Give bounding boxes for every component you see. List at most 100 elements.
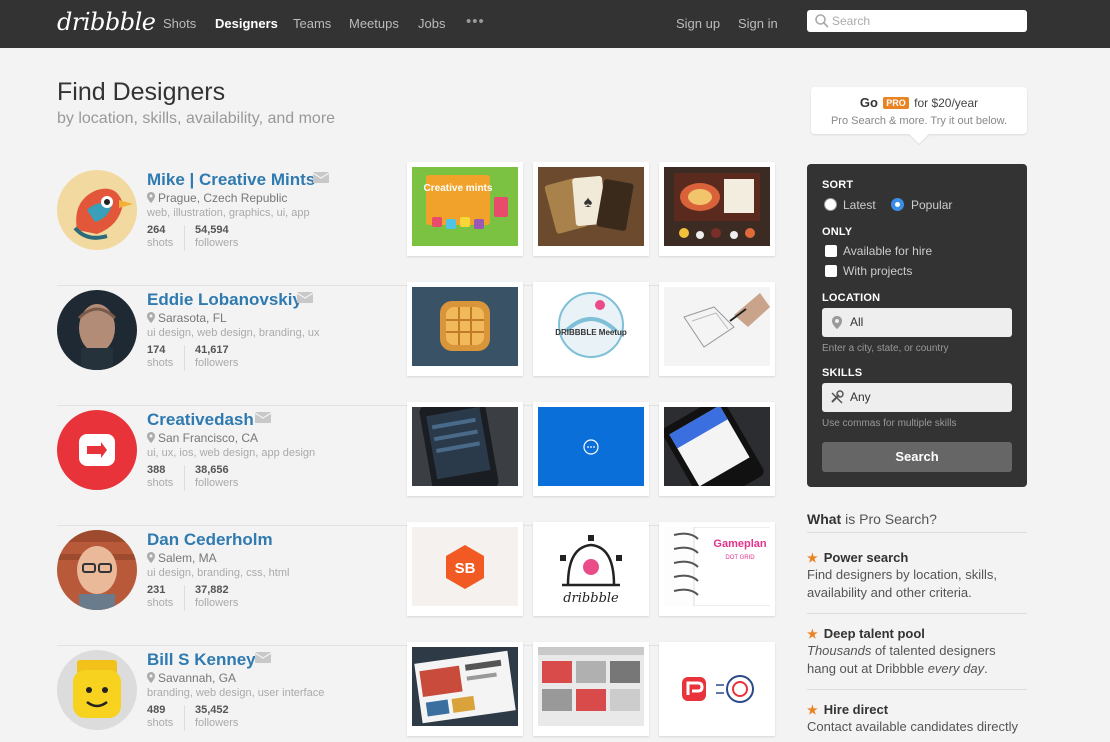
designer-name[interactable]: Bill S Kenney	[147, 650, 256, 670]
sort-latest-radio[interactable]	[824, 198, 837, 211]
shot-thumbnail[interactable]: SB	[407, 522, 523, 616]
skills: web, illustration, graphics, ui, app	[147, 207, 310, 219]
followers-count: 35,452	[195, 704, 229, 716]
pro-headline: Go PRO for $20/year	[811, 95, 1027, 110]
feature-title: Deep talent pool	[823, 626, 925, 641]
signin-link[interactable]: Sign in	[738, 16, 778, 31]
location-pin-icon	[147, 432, 155, 443]
what-is-pro-search: What is Pro Search?	[807, 511, 937, 527]
shot-thumbnail[interactable]	[659, 642, 775, 736]
pro-badge: PRO	[883, 97, 909, 109]
avatar[interactable]	[57, 290, 137, 370]
shot-text-meetup: DRIBBBLE Meetup	[555, 328, 627, 337]
dribbble-logo[interactable]: dribbble	[57, 8, 156, 36]
shot-thumbnail[interactable]: Creative mints	[407, 162, 523, 256]
with-projects-checkbox[interactable]	[825, 265, 837, 277]
shots-stat[interactable]: 264 shots	[147, 224, 173, 249]
section-divider	[807, 532, 1027, 533]
shot-thumbnail[interactable]	[407, 282, 523, 376]
search-box[interactable]	[807, 10, 1027, 32]
mail-icon[interactable]	[297, 292, 313, 303]
avatar[interactable]	[57, 170, 137, 250]
shots-label: shots	[147, 237, 174, 249]
sort-popular-label[interactable]: Popular	[911, 198, 952, 212]
promo-arrow	[909, 124, 929, 144]
available-for-hire-label[interactable]: Available for hire	[843, 244, 932, 258]
shot-thumbnail[interactable]	[659, 402, 775, 496]
nav-teams[interactable]: Teams	[293, 16, 331, 31]
shot-text-creative-mints: Creative mints	[424, 183, 493, 194]
feature-desc: Find designers by location, skills, avai…	[807, 567, 998, 600]
designer-name[interactable]: Mike | Creative Mints	[147, 170, 315, 190]
followers-count: 38,656	[195, 464, 229, 476]
followers-count: 37,882	[195, 584, 229, 596]
shot-thumbnail[interactable]: dribbble	[533, 522, 649, 616]
followers-count: 41,617	[195, 344, 229, 356]
shots-label: shots	[147, 717, 174, 729]
shot-thumbnail[interactable]	[659, 282, 775, 376]
followers-count: 54,594	[195, 224, 229, 236]
designer-name[interactable]: Creativedash	[147, 410, 254, 430]
location-hint: Enter a city, state, or country	[822, 343, 949, 354]
designer-name[interactable]: Dan Cederholm	[147, 530, 273, 550]
mail-icon[interactable]	[255, 412, 271, 423]
pro-promo[interactable]: Go PRO for $20/year Pro Search & more. T…	[811, 87, 1027, 144]
search-input[interactable]	[832, 12, 1022, 30]
search-button[interactable]: Search	[822, 442, 1012, 472]
shot-thumbnail[interactable]	[407, 642, 523, 736]
shots-count: 231	[147, 584, 166, 596]
avatar[interactable]	[57, 410, 137, 490]
shot-thumbnail[interactable]	[533, 642, 649, 736]
top-nav: dribbble Shots Designers Teams Meetups J…	[0, 0, 1110, 48]
shot-thumbnail[interactable]: DRIBBBLE Meetup	[533, 282, 649, 376]
feature-divider	[807, 689, 1027, 690]
signup-link[interactable]: Sign up	[676, 16, 720, 31]
mail-icon[interactable]	[313, 172, 329, 183]
only-label: ONLY	[822, 226, 853, 238]
location: Sarasota, FL	[147, 311, 227, 325]
available-for-hire-checkbox[interactable]	[825, 245, 837, 257]
skills-hint: Use commas for multiple skills	[822, 418, 957, 429]
avatar[interactable]	[57, 530, 137, 610]
followers-label: followers	[195, 357, 239, 369]
shot-thumbnail[interactable]: ♠	[533, 162, 649, 256]
star-icon: ★	[807, 551, 818, 565]
followers-stat[interactable]: 37,882 followers	[195, 584, 238, 609]
feature-title: Power search	[823, 550, 909, 565]
more-menu-icon[interactable]: •••	[466, 13, 485, 30]
pro-price: for $20/year	[914, 96, 979, 110]
shots-stat[interactable]: 174 shots	[147, 344, 173, 369]
shots-count: 489	[147, 704, 166, 716]
followers-stat[interactable]: 41,617 followers	[195, 344, 238, 369]
shots-stat[interactable]: 489 shots	[147, 704, 173, 729]
search-icon	[815, 14, 829, 28]
shots-stat[interactable]: 388 shots	[147, 464, 173, 489]
followers-label: followers	[195, 237, 239, 249]
shot-thumbnail[interactable]: Gameplan DOT GRID	[659, 522, 775, 616]
location-field[interactable]: All	[822, 308, 1012, 337]
nav-designers[interactable]: Designers	[215, 16, 278, 31]
designer-name[interactable]: Eddie Lobanovskiy	[147, 290, 302, 310]
nav-jobs[interactable]: Jobs	[418, 16, 445, 31]
mail-icon[interactable]	[255, 652, 271, 663]
svg-text:dribbble: dribbble	[563, 591, 619, 606]
shot-thumbnail[interactable]	[407, 402, 523, 496]
shot-thumbnail[interactable]	[533, 402, 649, 496]
with-projects-label[interactable]: With projects	[843, 264, 912, 278]
feature-divider	[807, 613, 1027, 614]
location-text: Savannah, GA	[158, 671, 237, 685]
sort-popular-radio[interactable]	[891, 198, 904, 211]
followers-stat[interactable]: 35,452 followers	[195, 704, 238, 729]
skills-field[interactable]: Any	[822, 383, 1012, 412]
location: Savannah, GA	[147, 671, 236, 685]
stat-divider	[184, 225, 185, 251]
sort-latest-label[interactable]: Latest	[843, 198, 876, 212]
followers-stat[interactable]: 38,656 followers	[195, 464, 238, 489]
shots-stat[interactable]: 231 shots	[147, 584, 173, 609]
nav-shots[interactable]: Shots	[163, 16, 196, 31]
shot-thumbnail[interactable]	[659, 162, 775, 256]
avatar[interactable]	[57, 650, 137, 730]
followers-stat[interactable]: 54,594 followers	[195, 224, 238, 249]
location-pin-icon	[147, 672, 155, 683]
nav-meetups[interactable]: Meetups	[349, 16, 399, 31]
